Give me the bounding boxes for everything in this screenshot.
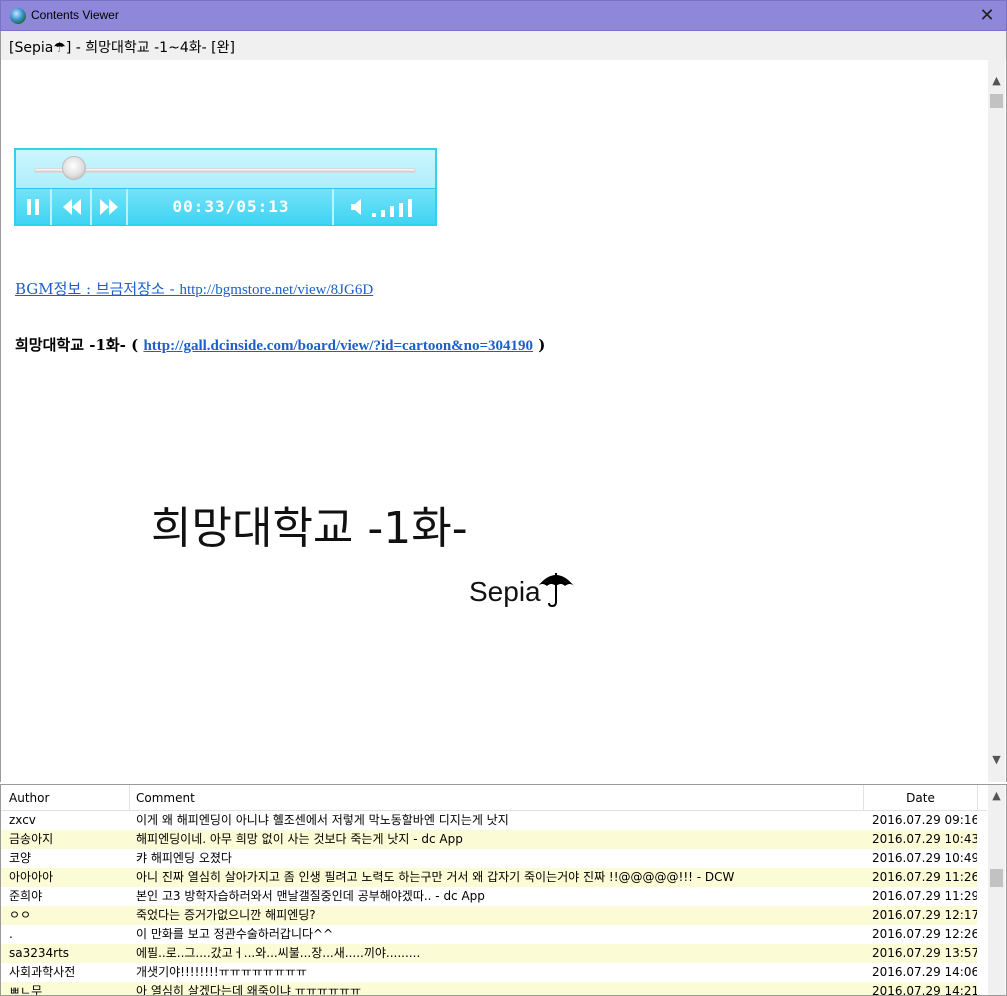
fast-forward-icon <box>100 199 118 215</box>
comment-text: 아 열심히 살겠다는데 왜죽이냐 ㅠㅠㅠㅠㅠㅠ <box>136 984 362 996</box>
comment-author: 코양 <box>9 851 32 865</box>
column-header-author[interactable]: Author <box>1 785 130 811</box>
playback-time: 00:33/05:13 <box>130 189 334 225</box>
comment-text: 본인 고3 방학자습하러와서 맨날갤질중인데 공부해야겠따.. - dc App <box>136 889 485 903</box>
table-row[interactable]: 금송아지 해피엔딩이네. 아무 희망 없이 사는 것보다 죽는게 낫지 - dc … <box>1 830 977 849</box>
comment-date: 2016.07.29 11:26 <box>872 870 977 884</box>
bgm-label: BGM정보 : 브금저장소 - <box>15 280 180 298</box>
comment-date: 2016.07.29 12:26 <box>872 927 977 941</box>
episode-link[interactable]: http://gall.dcinside.com/board/view/?id=… <box>143 338 533 354</box>
comment-author: ㅇㅇ <box>9 908 32 922</box>
comment-date: 2016.07.29 13:57 <box>872 946 977 960</box>
comment-date: 2016.07.29 10:49 <box>872 851 977 865</box>
comment-date: 2016.07.29 14:06 <box>872 965 977 979</box>
scroll-thumb[interactable] <box>990 94 1003 108</box>
globe-icon <box>10 8 26 24</box>
close-icon[interactable]: ✕ <box>974 5 1000 27</box>
seek-track[interactable] <box>34 168 416 173</box>
scroll-thumb[interactable] <box>990 869 1003 887</box>
content-scrollbar[interactable]: ▲ ▼ <box>988 60 1005 782</box>
comment-author: 준희야 <box>9 889 43 903</box>
volume-bar <box>408 199 412 217</box>
table-row[interactable]: ㅇㅇ 죽었다는 증거가없으니깐 해피엔딩? 2016.07.29 12:17 <box>1 906 977 925</box>
volume-bars[interactable] <box>372 199 426 217</box>
comment-author: 사회과학사전 <box>9 965 76 979</box>
player-controls: 00:33/05:13 <box>16 188 435 225</box>
umbrella-icon <box>538 573 574 608</box>
bgm-info-link[interactable]: BGM정보 : 브금저장소 - http://bgmstore.net/view… <box>15 278 373 299</box>
episode-link-line: 희망대학교 -1화- ( http://gall.dcinside.com/bo… <box>15 334 545 355</box>
comment-date: 2016.07.29 10:43 <box>872 832 977 846</box>
comment-date: 2016.07.29 09:16 <box>872 813 977 827</box>
comment-text: 해피엔딩이네. 아무 희망 없이 사는 것보다 죽는게 낫지 - dc App <box>136 832 463 846</box>
document-title: [Sepia☂] - 희망대학교 -1~4화- [완] <box>9 40 235 56</box>
window-title: Contents Viewer <box>31 8 119 22</box>
comment-author: sa3234rts <box>9 946 70 960</box>
column-header-date[interactable]: Date <box>864 785 978 811</box>
title-bar: Contents Viewer ✕ <box>0 0 1007 31</box>
scroll-up-icon[interactable]: ▲ <box>988 72 1005 89</box>
rewind-button[interactable] <box>54 189 92 225</box>
table-row[interactable]: . 이 만화를 보고 정관수술하러갑니다^^ 2016.07.29 12:26 <box>1 925 977 944</box>
table-row[interactable]: 아아아아 아니 진짜 열심히 살아가지고 좀 인생 필려고 노력도 하는구만 거서… <box>1 868 977 887</box>
volume-bar <box>390 206 394 217</box>
comment-text: 죽었다는 증거가없으니깐 해피엔딩? <box>136 908 316 922</box>
table-row[interactable]: ㅃㄴ무 아 열심히 살겠다는데 왜죽이냐 ㅠㅠㅠㅠㅠㅠ 2016.07.29 14:… <box>1 982 977 996</box>
table-row[interactable]: sa3234rts 에필..로..그....갔고ㅓ...와...씨불...장...… <box>1 944 977 963</box>
comment-author: zxcv <box>9 813 36 827</box>
episode-suffix: ) <box>533 336 546 354</box>
table-row[interactable]: 코양 캬 해피엔딩 오졌다 2016.07.29 10:49 <box>1 849 977 868</box>
content-viewer[interactable]: 00:33/05:13 BGM정보 : 브금저장소 - http://bgmst… <box>0 60 1007 782</box>
comment-text: 캬 해피엔딩 오졌다 <box>136 851 232 865</box>
document-title-bar: [Sepia☂] - 희망대학교 -1~4화- [완] <box>0 31 1007 60</box>
comment-date: 2016.07.29 12:17 <box>872 908 977 922</box>
audio-player: 00:33/05:13 <box>14 148 437 226</box>
fast-forward-button[interactable] <box>92 189 128 225</box>
comment-date: 2016.07.29 14:21 <box>872 984 977 996</box>
comment-scrollbar[interactable]: ▲ <box>988 785 1005 995</box>
comment-text: 에필..로..그....갔고ㅓ...와...씨불...장...새.....끼야.… <box>136 946 421 960</box>
comment-author: ㅃㄴ무 <box>9 984 43 996</box>
bgm-url: http://bgmstore.net/view/8JG6D <box>179 282 374 298</box>
scroll-up-icon[interactable]: ▲ <box>988 789 1005 802</box>
comment-text: 이게 왜 해피엔딩이 아니냐 혤조센에서 저렇게 막노동할바엔 디지는게 낫지 <box>136 813 509 827</box>
table-row[interactable]: 사회과학사전 개샛기야!!!!!!!!ㅠㅠㅠㅠㅠㅠㅠㅠ 2016.07.29 14:… <box>1 963 977 982</box>
comment-author: . <box>9 927 13 941</box>
scroll-down-icon[interactable]: ▼ <box>988 751 1005 768</box>
speaker-icon <box>351 199 361 215</box>
seek-knob[interactable] <box>62 156 87 180</box>
comment-list: Author Comment Date zxcv 이게 왜 해피엔딩이 아니냐 혤… <box>0 784 1007 996</box>
volume-bar <box>381 209 385 217</box>
comment-text: 아니 진짜 열심히 살아가지고 좀 인생 필려고 노력도 하는구만 거서 왜 갑… <box>136 870 735 884</box>
episode-prefix: 희망대학교 -1화- ( <box>15 336 144 354</box>
volume-control[interactable] <box>336 189 435 225</box>
pause-button[interactable] <box>16 189 52 225</box>
volume-bar <box>399 202 403 217</box>
comment-table-header: Author Comment Date <box>1 785 987 811</box>
volume-bar <box>372 213 376 217</box>
comment-date: 2016.07.29 11:29 <box>872 889 977 903</box>
comment-text: 이 만화를 보고 정관수술하러갑니다^^ <box>136 927 334 941</box>
rewind-icon <box>63 199 81 215</box>
pause-icon <box>27 199 39 215</box>
table-row[interactable]: 준희야 본인 고3 방학자습하러와서 맨날갤질중인데 공부해야겠따.. - dc … <box>1 887 977 906</box>
episode-title-image-text: 희망대학교 -1화- <box>151 503 468 554</box>
comment-text: 개샛기야!!!!!!!!ㅠㅠㅠㅠㅠㅠㅠㅠ <box>136 965 307 979</box>
comment-author: 아아아아 <box>9 870 54 884</box>
column-header-comment[interactable]: Comment <box>130 785 864 811</box>
author-signature: Sepia <box>469 576 541 607</box>
comment-author: 금송아지 <box>9 832 54 846</box>
comment-rows: zxcv 이게 왜 해피엔딩이 아니냐 혤조센에서 저렇게 막노동할바엔 디지는게… <box>1 811 977 996</box>
table-row[interactable]: zxcv 이게 왜 해피엔딩이 아니냐 혤조센에서 저렇게 막노동할바엔 디지는게… <box>1 811 977 830</box>
